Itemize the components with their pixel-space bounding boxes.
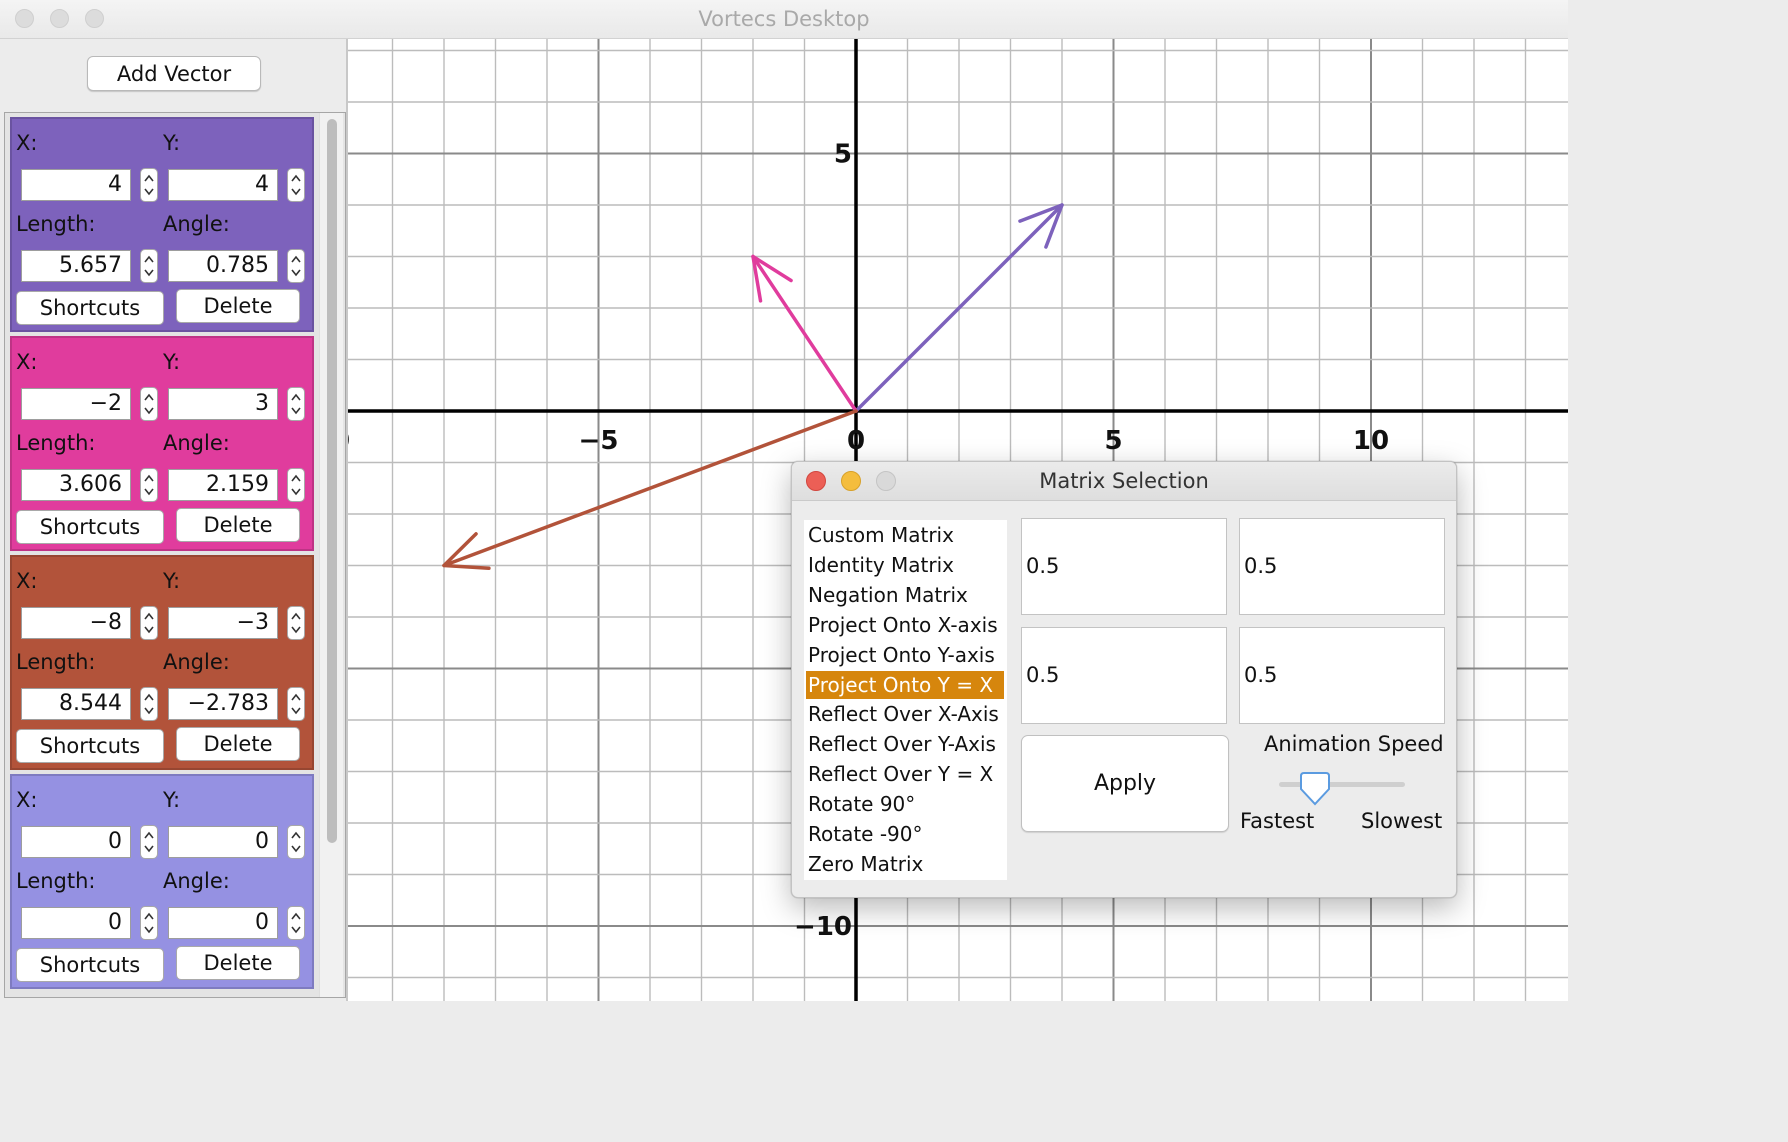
- x-label: X:: [16, 788, 38, 812]
- y-stepper[interactable]: [287, 825, 305, 859]
- shortcuts-button[interactable]: Shortcuts: [16, 948, 164, 982]
- length-field[interactable]: 0: [21, 907, 131, 939]
- animation-speed-label: Animation Speed: [1264, 732, 1444, 756]
- y-field[interactable]: 0: [168, 826, 278, 858]
- vector-list: X: Y: 4 4 Length: Angle: 5.657 0.785 Shortcuts De…: [4, 112, 346, 998]
- y-field[interactable]: 4: [168, 169, 278, 201]
- length-field[interactable]: 3.606: [21, 469, 131, 501]
- length-label: Length:: [16, 869, 96, 893]
- y-stepper[interactable]: [287, 387, 305, 421]
- shortcuts-button[interactable]: Shortcuts: [16, 510, 164, 544]
- dialog-titlebar: Matrix Selection: [792, 462, 1456, 501]
- angle-field[interactable]: 2.159: [168, 469, 278, 501]
- angle-label: Angle:: [163, 212, 230, 236]
- shortcuts-button[interactable]: Shortcuts: [16, 291, 164, 325]
- y-stepper[interactable]: [287, 168, 305, 202]
- angle-label: Angle:: [163, 431, 230, 455]
- length-stepper[interactable]: [140, 687, 158, 721]
- x-field[interactable]: −2: [21, 388, 131, 420]
- x-tick-label: −5: [579, 426, 619, 456]
- vector-card-1: X: Y: 4 4 Length: Angle: 5.657 0.785 Shortcuts De…: [10, 117, 314, 332]
- delete-button[interactable]: Delete: [176, 946, 300, 980]
- y-label: Y:: [163, 788, 181, 812]
- matrix-option[interactable]: Rotate -90°: [806, 820, 1004, 848]
- window-title: Vortecs Desktop: [698, 7, 870, 31]
- x-stepper[interactable]: [140, 825, 158, 859]
- vector-list-scrollbar[interactable]: [319, 113, 343, 997]
- x-label: X:: [16, 569, 38, 593]
- dialog-title: Matrix Selection: [1039, 469, 1209, 493]
- slider-thumb[interactable]: [1298, 772, 1332, 806]
- x-tick-label: 0: [847, 426, 865, 456]
- length-stepper[interactable]: [140, 249, 158, 283]
- y-stepper[interactable]: [287, 606, 305, 640]
- x-label: X:: [16, 131, 38, 155]
- angle-stepper[interactable]: [287, 249, 305, 283]
- angle-field[interactable]: 0.785: [168, 250, 278, 282]
- angle-field[interactable]: 0: [168, 907, 278, 939]
- x-label: X:: [16, 350, 38, 374]
- length-stepper[interactable]: [140, 906, 158, 940]
- vector-card-3: X: Y: −8 −3 Length: Angle: 8.544 −2.783 Shortcut…: [10, 555, 314, 770]
- matrix-option[interactable]: Identity Matrix: [806, 551, 1004, 579]
- length-stepper[interactable]: [140, 468, 158, 502]
- angle-stepper[interactable]: [287, 687, 305, 721]
- angle-stepper[interactable]: [287, 468, 305, 502]
- vector-card-4: X: Y: 0 0 Length: Angle: 0 0 Shortcuts Delete: [10, 774, 314, 989]
- length-field[interactable]: 5.657: [21, 250, 131, 282]
- matrix-option[interactable]: Zero Matrix: [806, 850, 1004, 878]
- x-field[interactable]: 4: [21, 169, 131, 201]
- matrix-option[interactable]: Project Onto Y-axis: [806, 641, 1004, 669]
- delete-button[interactable]: Delete: [176, 508, 300, 542]
- matrix-option[interactable]: Reflect Over Y-Axis: [806, 730, 1004, 758]
- matrix-preset-list[interactable]: Custom Matrix Identity Matrix Negation Mat…: [804, 520, 1007, 880]
- angle-field[interactable]: −2.783: [168, 688, 278, 720]
- y-label: Y:: [163, 569, 181, 593]
- angle-label: Angle:: [163, 869, 230, 893]
- delete-button[interactable]: Delete: [176, 727, 300, 761]
- matrix-cell-a[interactable]: 0.5: [1021, 518, 1227, 615]
- length-label: Length:: [16, 212, 96, 236]
- matrix-cell-b[interactable]: 0.5: [1239, 518, 1445, 615]
- x-tick-label: 10: [1353, 426, 1389, 456]
- y-field[interactable]: −3: [168, 607, 278, 639]
- matrix-option[interactable]: Reflect Over X-Axis: [806, 700, 1004, 728]
- x-stepper[interactable]: [140, 606, 158, 640]
- angle-stepper[interactable]: [287, 906, 305, 940]
- add-vector-button[interactable]: Add Vector: [87, 56, 261, 91]
- x-tick-label: 0: [348, 426, 350, 456]
- matrix-option[interactable]: Rotate 90°: [806, 790, 1004, 818]
- window-titlebar: Vortecs Desktop: [0, 0, 1568, 39]
- matrix-selection-dialog: Matrix Selection Custom Matrix Identity M…: [791, 461, 1457, 898]
- x-field[interactable]: 0: [21, 826, 131, 858]
- y-label: Y:: [163, 350, 181, 374]
- x-stepper[interactable]: [140, 168, 158, 202]
- scrollbar-thumb[interactable]: [327, 119, 337, 843]
- length-label: Length:: [16, 650, 96, 674]
- matrix-option[interactable]: Negation Matrix: [806, 581, 1004, 609]
- x-tick-label: 5: [1104, 426, 1122, 456]
- shortcuts-button[interactable]: Shortcuts: [16, 729, 164, 763]
- vector-sidebar: Add Vector X: Y: 4 4 Length: Angle: 5.657 0.785…: [0, 39, 348, 1001]
- length-label: Length:: [16, 431, 96, 455]
- slider-max-label: Slowest: [1361, 809, 1443, 833]
- x-field[interactable]: −8: [21, 607, 131, 639]
- angle-label: Angle:: [163, 650, 230, 674]
- x-stepper[interactable]: [140, 387, 158, 421]
- length-field[interactable]: 8.544: [21, 688, 131, 720]
- matrix-option[interactable]: Reflect Over Y = X: [806, 760, 1004, 788]
- matrix-cell-c[interactable]: 0.5: [1021, 627, 1227, 724]
- slider-min-label: Fastest: [1240, 809, 1315, 833]
- y-field[interactable]: 3: [168, 388, 278, 420]
- matrix-option[interactable]: Project Onto X-axis: [806, 611, 1004, 639]
- matrix-option[interactable]: Project Onto Y = X: [806, 670, 1004, 699]
- y-tick-label: 5: [834, 140, 852, 170]
- vector-card-2: X: Y: −2 3 Length: Angle: 3.606 2.159 Shortcuts D…: [10, 336, 314, 551]
- y-label: Y:: [163, 131, 181, 155]
- delete-button[interactable]: Delete: [176, 289, 300, 323]
- y-tick-label: −10: [794, 912, 852, 942]
- matrix-cell-d[interactable]: 0.5: [1239, 627, 1445, 724]
- apply-button[interactable]: Apply: [1021, 735, 1229, 832]
- matrix-option[interactable]: Custom Matrix: [806, 521, 1004, 549]
